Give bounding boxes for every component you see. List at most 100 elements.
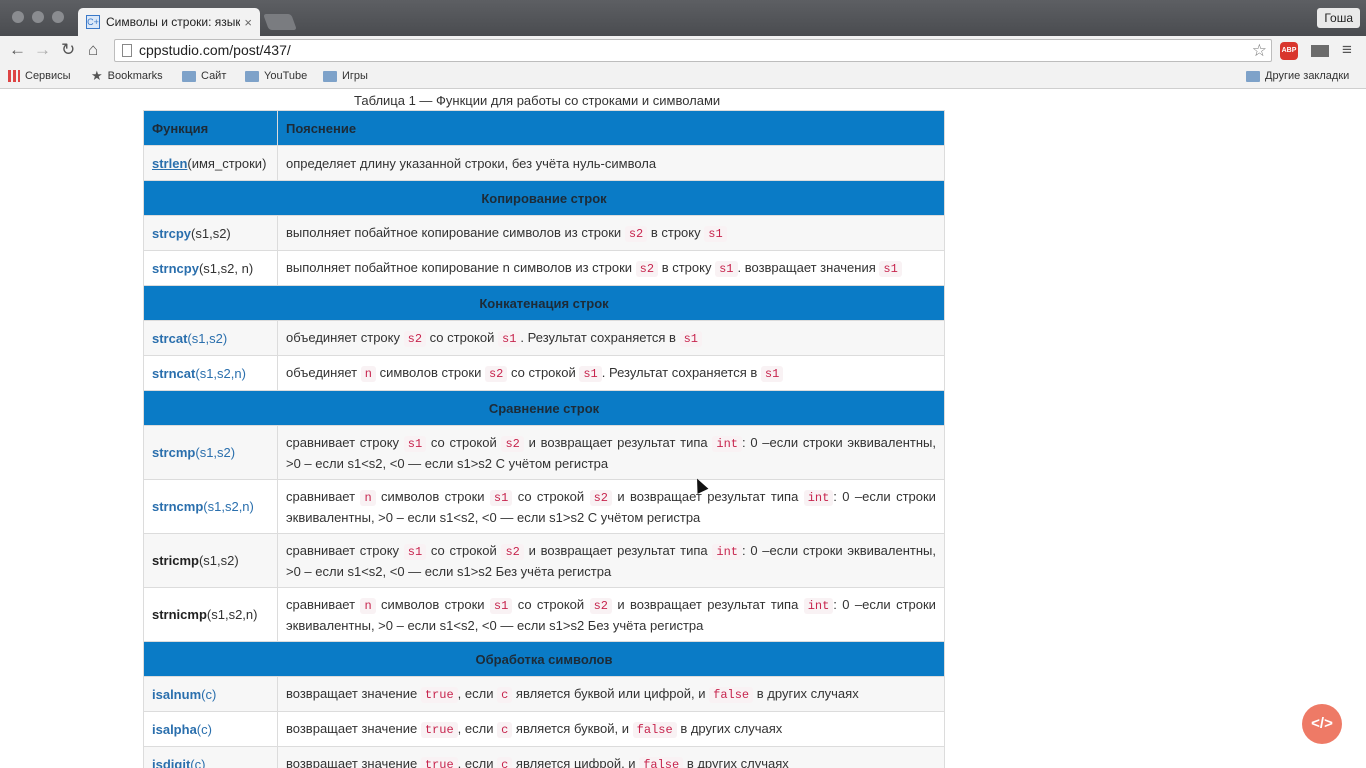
tab-title: Символы и строки: язык п [106,15,241,29]
function-args: (s1,s2,n) [195,365,246,381]
isalpha-link[interactable]: isalpha [152,722,197,737]
strcmp-link[interactable]: strcmp [152,445,195,460]
table-row: isdigit(c) возвращает значение true, есл… [143,746,945,768]
bookmarks-bar: Сервисы ★ Bookmarks Сайт YouTube Игры Дру… [0,65,1366,89]
table-row: strlen(имя_строки) определяет длину указ… [143,145,945,181]
function-description: возвращает значение true, если c являетс… [277,746,945,768]
close-window-icon[interactable] [12,11,24,23]
url-text: cppstudio.com/post/437/ [139,42,291,58]
function-description: выполняет побайтное копирование n символ… [277,250,945,286]
isalnum-link[interactable]: isalnum [152,687,201,702]
table-row: strncpy(s1,s2, n) выполняет побайтное ко… [143,250,945,286]
stricmp-name: stricmp [152,553,199,568]
function-name: strnicmp(s1,s2,n) [143,587,278,642]
strcpy-link[interactable]: strcpy [152,226,191,241]
table-row: strnicmp(s1,s2,n) сравнивает n символов … [143,587,945,642]
table-row: stricmp(s1,s2) сравнивает строку s1 со с… [143,533,945,588]
bookmark-label: Сайт [201,70,227,82]
new-tab-button[interactable] [263,14,297,30]
function-description: сравнивает n символов строки s1 со строк… [277,587,945,642]
section-title: Конкатенация строк [143,285,945,321]
functions-table: Функция Пояснение strlen(имя_строки) опр… [143,110,945,768]
reload-icon[interactable]: ↻ [61,40,75,60]
star-icon: ★ [91,68,103,83]
folder-icon [182,70,196,82]
function-args: (c) [201,686,217,702]
table-row: strncmp(s1,s2,n) сравнивает n символов с… [143,479,945,534]
function-description: возвращает значение true, если c являетс… [277,711,945,747]
strncat-link[interactable]: strncat [152,366,195,381]
section-row: Сравнение строк [143,390,945,426]
bookmark-folder-site[interactable]: Сайт [182,70,226,82]
function-name: strncmp(s1,s2,n) [143,479,278,534]
chrome-menu-icon[interactable]: ≡ [1342,40,1352,60]
bookmark-bookmarks[interactable]: ★ Bookmarks [91,68,163,83]
mail-icon[interactable] [1311,45,1329,57]
function-name: strcat(s1,s2) [143,320,278,356]
isdigit-link[interactable]: isdigit [152,757,190,768]
bookmark-apps[interactable]: Сервисы [8,70,71,82]
function-description: сравнивает строку s1 со строкой s2 и воз… [277,533,945,588]
profile-button[interactable]: Гоша [1317,8,1360,28]
table-row: strcpy(s1,s2) выполняет побайтное копиро… [143,215,945,251]
code-icon-button[interactable]: </> [1302,704,1342,744]
address-bar[interactable]: cppstudio.com/post/437/ ☆ [114,39,1272,62]
function-args: (s1,s2) [187,330,228,346]
function-name: stricmp(s1,s2) [143,533,278,588]
bookmark-folder-games[interactable]: Игры [323,70,368,82]
function-description: выполняет побайтное копирование символов… [277,215,945,251]
function-name: strncpy(s1,s2, n) [143,250,278,286]
function-name: strcpy(s1,s2) [143,215,278,251]
folder-icon [1246,70,1260,82]
bookmark-label: Другие закладки [1265,70,1350,82]
table-row: strncat(s1,s2,n) объединяет n символов с… [143,355,945,391]
bookmark-label: Сервисы [25,70,71,82]
function-args: (s1,s2) [198,553,239,568]
strcat-link[interactable]: strcat [152,331,187,346]
back-arrow-icon[interactable]: ← [9,40,26,60]
section-row: Конкатенация строк [143,285,945,321]
table-header-row: Функция Пояснение [143,110,945,146]
section-row: Копирование строк [143,180,945,216]
bookmark-folder-youtube[interactable]: YouTube [245,70,307,82]
folder-icon [245,70,259,82]
strncmp-link[interactable]: strncmp [152,499,203,514]
page-content: Таблица 1 — Функции для работы со строка… [0,90,1366,768]
table-row: isalnum(c) возвращает значение true, есл… [143,676,945,712]
function-description: объединяет n символов строки s2 со строк… [277,355,945,391]
function-description: возвращает значение true, если c являетс… [277,676,945,712]
column-header-function: Функция [143,110,278,146]
table-row: strcmp(s1,s2) сравнивает строку s1 со ст… [143,425,945,480]
function-args: (s1,s2,n) [206,607,258,622]
window-titlebar: C+ Символы и строки: язык п × Гоша [0,0,1366,36]
minimize-window-icon[interactable] [32,11,44,23]
function-name: isdigit(c) [143,746,278,768]
browser-tab[interactable]: C+ Символы и строки: язык п × [78,8,260,36]
function-name: strncat(s1,s2,n) [143,355,278,391]
function-description: сравнивает n символов строки s1 со строк… [277,479,945,534]
forward-arrow-icon[interactable]: → [34,40,51,60]
strlen-link[interactable]: strlen [152,156,187,171]
bookmark-label: YouTube [264,70,308,82]
browser-toolbar: ← → ↻ ⌂ cppstudio.com/post/437/ ☆ [0,36,1366,65]
function-description: сравнивает строку s1 со строкой s2 и воз… [277,425,945,480]
maximize-window-icon[interactable] [52,11,64,23]
page-icon [122,44,132,57]
adblock-plus-icon[interactable]: ABP [1280,42,1298,60]
tab-close-icon[interactable]: × [244,15,252,30]
bookmark-folder-other[interactable]: Другие закладки [1246,70,1349,82]
section-title: Копирование строк [143,180,945,216]
strncpy-link[interactable]: strncpy [152,261,199,276]
function-args: (имя_строки) [187,155,267,171]
bookmark-star-icon[interactable]: ☆ [1252,40,1267,61]
apps-grid-icon [8,70,20,82]
function-description: объединяет строку s2 со строкой s1. Резу… [277,320,945,356]
function-description: определяет длину указанной строки, без у… [277,145,945,181]
column-header-description: Пояснение [277,110,945,146]
bookmark-label: Bookmarks [107,70,163,82]
table-row: strcat(s1,s2) объединяет строку s2 со ст… [143,320,945,356]
strnicmp-name: strnicmp [152,607,207,622]
home-icon[interactable]: ⌂ [88,40,98,60]
table-caption: Таблица 1 — Функции для работы со строка… [354,93,721,108]
function-args: (c) [190,756,206,768]
